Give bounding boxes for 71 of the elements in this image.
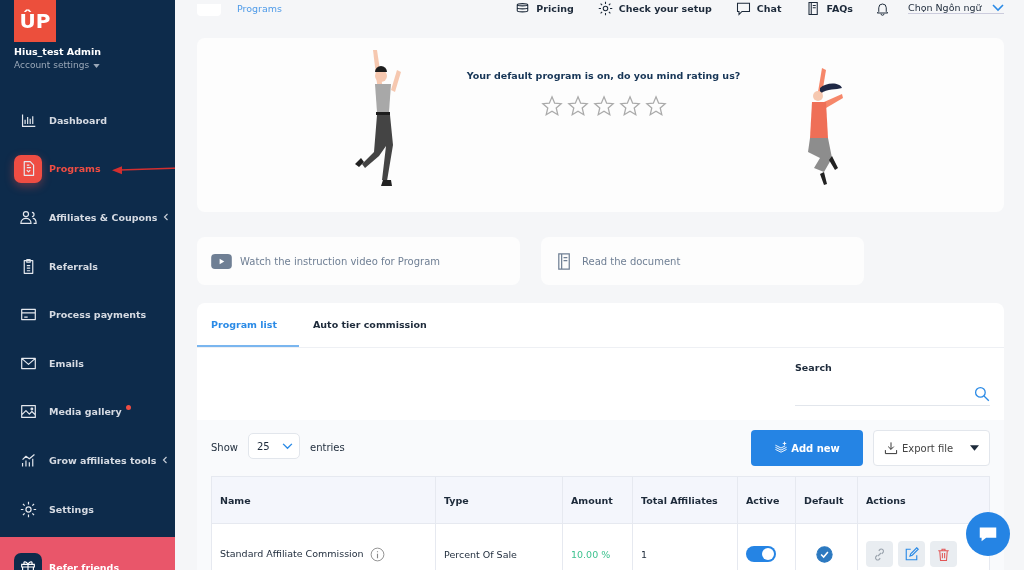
table-cell: 1: [641, 548, 648, 560]
entries-label: entries: [310, 442, 345, 453]
play-icon: [211, 253, 232, 269]
nav-link[interactable]: Referrals: [49, 260, 99, 272]
column-header: Total Affiliates: [632, 476, 738, 524]
search-label: Search: [795, 362, 833, 373]
entries-select[interactable]: 25: [248, 433, 300, 459]
header-link[interactable]: Pricing: [515, 0, 574, 16]
delete-button[interactable]: [930, 541, 957, 567]
link-button[interactable]: [866, 541, 893, 567]
star-icon[interactable]: [618, 95, 641, 117]
column-header: Actions: [857, 476, 990, 524]
layers-icon: [774, 441, 789, 455]
star-icon[interactable]: [566, 95, 589, 117]
bell-icon[interactable]: [875, 0, 890, 16]
add-new-button[interactable]: Add new: [751, 430, 863, 466]
chevron-down-icon: [282, 442, 293, 450]
gear-icon: [19, 500, 37, 518]
link-icon: [872, 546, 887, 562]
header-link[interactable]: Check your setup: [597, 0, 712, 16]
table-cell: 10.00 %: [571, 548, 611, 560]
export-file-button[interactable]: Export file: [873, 430, 990, 466]
search-icon: [974, 386, 990, 402]
edit-icon: [904, 546, 919, 562]
star-icon[interactable]: [592, 95, 615, 117]
download-icon: [884, 441, 898, 455]
header-link[interactable]: Chat: [735, 0, 782, 16]
account-settings-link[interactable]: Account settings: [14, 60, 175, 70]
nav-link[interactable]: Process payments: [49, 309, 147, 321]
nav-link[interactable]: Dashboard: [49, 114, 107, 126]
table-cell: Percent Of Sale: [444, 548, 517, 560]
nav-link[interactable]: Emails: [49, 357, 84, 369]
nav-link[interactable]: Affiliates & Coupons: [49, 212, 158, 223]
caret-icon: [93, 63, 101, 68]
tab[interactable]: Program list: [197, 303, 299, 347]
caret-icon: [970, 445, 979, 451]
table-cell: Standard Affiliate Commission: [220, 547, 364, 559]
language-select[interactable]: Chọn Ngôn ngữ: [908, 2, 1004, 14]
help-link-card[interactable]: Read the document: [541, 237, 864, 285]
nav-link[interactable]: Settings: [49, 503, 94, 515]
star-icon[interactable]: [644, 95, 667, 117]
logo: ÛP: [14, 0, 56, 42]
nav-link[interactable]: Programs: [49, 163, 101, 175]
image-icon: [19, 403, 37, 421]
star-rating[interactable]: [540, 95, 667, 117]
check-circle-icon[interactable]: [816, 545, 833, 563]
grow-icon: [19, 451, 37, 469]
chevron-down-icon: [992, 3, 1004, 12]
rating-question: Your default program is on, do you mind rating us?: [466, 70, 741, 81]
header-link[interactable]: FAQs: [805, 0, 853, 16]
tab[interactable]: Auto tier commission: [299, 303, 441, 347]
trash-icon: [936, 546, 951, 562]
column-header: Name: [211, 476, 436, 524]
column-header: Default: [795, 476, 858, 524]
user-name: Hius_test Admin: [14, 46, 102, 57]
chat-icon: [735, 0, 751, 16]
help-link-card[interactable]: Watch the instruction video for Program: [197, 237, 520, 285]
active-toggle[interactable]: [746, 546, 776, 562]
gear-icon: [597, 0, 613, 16]
star-icon[interactable]: [540, 95, 563, 117]
nav-link[interactable]: Media gallery: [49, 406, 122, 418]
info-icon[interactable]: [369, 546, 385, 562]
column-header: Active: [737, 476, 796, 524]
coins-icon: [515, 0, 531, 16]
column-header: Amount: [562, 476, 633, 524]
show-label: Show: [211, 442, 238, 453]
nav-link[interactable]: Grow affiliates tools: [49, 454, 157, 466]
book-icon: [805, 0, 821, 16]
edit-button[interactable]: [898, 541, 925, 567]
column-header: Type: [435, 476, 563, 524]
users-icon: [19, 209, 37, 226]
